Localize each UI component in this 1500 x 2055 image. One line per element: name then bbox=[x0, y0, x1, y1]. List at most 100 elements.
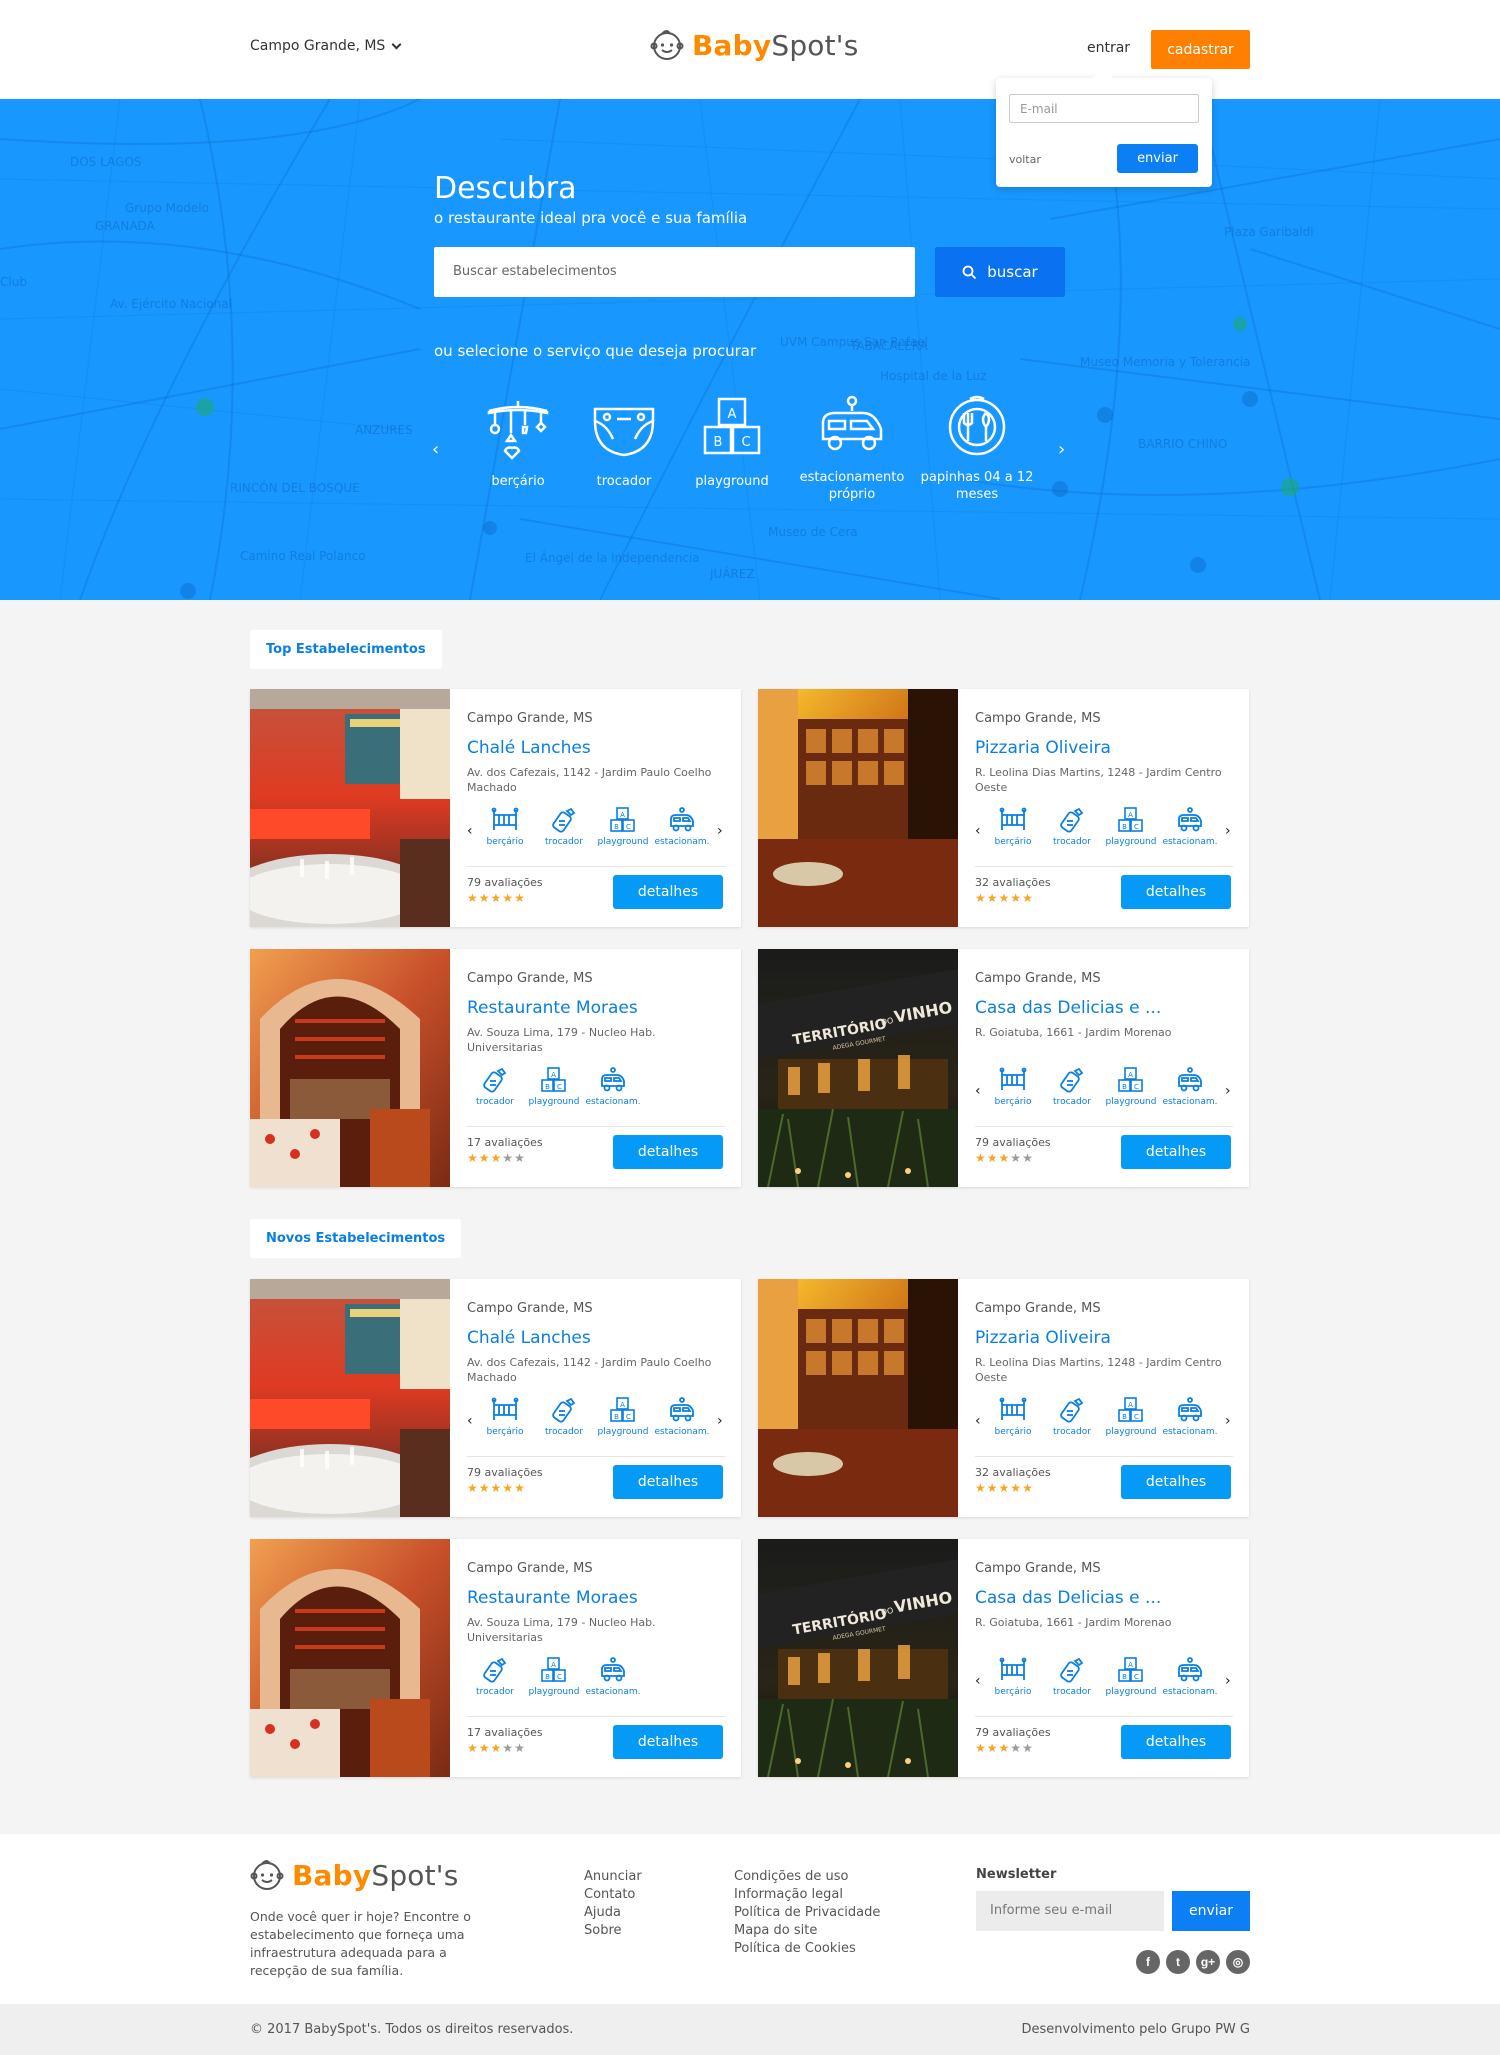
service-papinhas[interactable]: papinhas 04 a 12 meses bbox=[917, 395, 1037, 503]
chevron-right-icon[interactable]: › bbox=[1225, 1083, 1231, 1099]
amenity-changing-bottle[interactable]: trocador bbox=[1044, 807, 1100, 847]
amenity-changing-bottle[interactable]: trocador bbox=[536, 807, 592, 847]
chevron-right-icon[interactable]: › bbox=[1225, 1413, 1231, 1429]
establishment-photo[interactable] bbox=[758, 689, 958, 927]
star-icon: ★ bbox=[1010, 891, 1023, 905]
amenity-parking-car[interactable]: estacionam. bbox=[585, 1067, 641, 1107]
footer-link[interactable]: Política de Cookies bbox=[734, 1940, 880, 1958]
amenity-toy-blocks[interactable]: A B Cplayground bbox=[526, 1067, 582, 1107]
amenity-changing-bottle[interactable]: trocador bbox=[467, 1067, 523, 1107]
amenity-crib[interactable]: berçário bbox=[477, 807, 533, 847]
footer-link[interactable]: Informação legal bbox=[734, 1886, 880, 1904]
search-button[interactable]: buscar bbox=[935, 247, 1065, 297]
footer-link[interactable]: Condições de uso bbox=[734, 1868, 880, 1886]
footer-link[interactable]: Mapa do site bbox=[734, 1922, 880, 1940]
amenity-changing-bottle[interactable]: trocador bbox=[1044, 1397, 1100, 1437]
card-title[interactable]: Restaurante Moraes bbox=[467, 998, 638, 1018]
details-button[interactable]: detalhes bbox=[613, 1465, 723, 1499]
details-button[interactable]: detalhes bbox=[1121, 1725, 1231, 1759]
instagram-icon[interactable]: ◎ bbox=[1226, 1950, 1250, 1974]
chevron-right-icon[interactable]: › bbox=[717, 1413, 723, 1429]
service-estacionamento[interactable]: estacionamento próprio bbox=[792, 395, 912, 503]
footer-link[interactable]: Anunciar bbox=[584, 1868, 642, 1886]
amenity-crib[interactable]: berçário bbox=[985, 1397, 1041, 1437]
brand-logo[interactable]: BabySpot's bbox=[650, 28, 859, 62]
details-button[interactable]: detalhes bbox=[1121, 1465, 1231, 1499]
amenity-parking-car[interactable]: estacionam. bbox=[1162, 1397, 1218, 1437]
back-link[interactable]: voltar bbox=[1009, 153, 1041, 166]
amenity-toy-blocks[interactable]: A B Cplayground bbox=[595, 1397, 651, 1437]
chevron-left-icon[interactable]: ‹ bbox=[975, 1413, 981, 1429]
google-plus-icon[interactable]: g+ bbox=[1196, 1950, 1220, 1974]
footer-link[interactable]: Ajuda bbox=[584, 1904, 642, 1922]
amenity-changing-bottle[interactable]: trocador bbox=[1044, 1067, 1100, 1107]
send-button[interactable]: enviar bbox=[1117, 144, 1198, 173]
amenity-changing-bottle[interactable]: trocador bbox=[467, 1657, 523, 1697]
card-title[interactable]: Pizzaria Oliveira bbox=[975, 1328, 1111, 1348]
city-selector[interactable]: Campo Grande, MS bbox=[250, 38, 402, 54]
amenity-toy-blocks[interactable]: A B Cplayground bbox=[1103, 1657, 1159, 1697]
amenity-toy-blocks[interactable]: A B Cplayground bbox=[1103, 1397, 1159, 1437]
developer-credit[interactable]: Desenvolvimento pelo Grupo PW G bbox=[1021, 2022, 1250, 2037]
login-link[interactable]: entrar bbox=[1087, 40, 1130, 56]
chevron-left-icon[interactable]: ‹ bbox=[432, 439, 439, 460]
chevron-left-icon[interactable]: ‹ bbox=[975, 1083, 981, 1099]
establishment-photo[interactable] bbox=[250, 1539, 450, 1777]
amenity-toy-blocks[interactable]: A B Cplayground bbox=[595, 807, 651, 847]
amenity-crib[interactable]: berçário bbox=[985, 1067, 1041, 1107]
amenity-toy-blocks[interactable]: A B Cplayground bbox=[1103, 1067, 1159, 1107]
card-title[interactable]: Casa das Delicias e ... bbox=[975, 1588, 1161, 1608]
twitter-icon[interactable]: t bbox=[1166, 1950, 1190, 1974]
amenity-crib[interactable]: berçário bbox=[477, 1397, 533, 1437]
chevron-right-icon[interactable]: › bbox=[1058, 439, 1065, 460]
chevron-left-icon[interactable]: ‹ bbox=[467, 823, 473, 839]
service-trocador[interactable]: trocador bbox=[564, 399, 684, 490]
establishment-photo[interactable]: TERRITÓRIO DO VINHO ADEGA GOURMET bbox=[758, 949, 958, 1187]
service-playground[interactable]: A B C playground bbox=[672, 395, 792, 490]
amenity-crib[interactable]: berçário bbox=[985, 1657, 1041, 1697]
amenity-crib[interactable]: berçário bbox=[985, 807, 1041, 847]
footer-link[interactable]: Contato bbox=[584, 1886, 642, 1904]
amenity-parking-car[interactable]: estacionam. bbox=[654, 1397, 710, 1437]
amenity-parking-car[interactable]: estacionam. bbox=[1162, 1067, 1218, 1107]
newsletter-send-button[interactable]: enviar bbox=[1172, 1891, 1250, 1931]
amenity-changing-bottle[interactable]: trocador bbox=[536, 1397, 592, 1437]
footer-link[interactable]: Sobre bbox=[584, 1922, 642, 1940]
establishment-photo[interactable] bbox=[758, 1279, 958, 1517]
establishment-photo[interactable] bbox=[250, 689, 450, 927]
amenity-parking-car[interactable]: estacionam. bbox=[585, 1657, 641, 1697]
chevron-right-icon[interactable]: › bbox=[1225, 823, 1231, 839]
amenity-toy-blocks[interactable]: A B Cplayground bbox=[1103, 807, 1159, 847]
details-button[interactable]: detalhes bbox=[613, 1135, 723, 1169]
establishment-photo[interactable] bbox=[250, 1279, 450, 1517]
card-title[interactable]: Casa das Delicias e ... bbox=[975, 998, 1161, 1018]
email-field[interactable]: E-mail bbox=[1009, 94, 1199, 123]
chevron-left-icon[interactable]: ‹ bbox=[467, 1413, 473, 1429]
search-input[interactable]: Buscar estabelecimentos bbox=[434, 247, 915, 297]
establishment-photo[interactable]: TERRITÓRIO DO VINHO ADEGA GOURMET bbox=[758, 1539, 958, 1777]
card-title[interactable]: Chalé Lanches bbox=[467, 1328, 591, 1348]
card-title[interactable]: Pizzaria Oliveira bbox=[975, 738, 1111, 758]
newsletter-email-input[interactable]: Informe seu e-mail bbox=[976, 1891, 1164, 1931]
details-button[interactable]: detalhes bbox=[613, 875, 723, 909]
card-title[interactable]: Restaurante Moraes bbox=[467, 1588, 638, 1608]
footer-logo[interactable]: BabySpot's bbox=[250, 1858, 459, 1892]
details-button[interactable]: detalhes bbox=[1121, 1135, 1231, 1169]
facebook-icon[interactable]: f bbox=[1136, 1950, 1160, 1974]
details-button[interactable]: detalhes bbox=[1121, 875, 1231, 909]
signup-button[interactable]: cadastrar bbox=[1151, 30, 1250, 69]
card-title[interactable]: Chalé Lanches bbox=[467, 738, 591, 758]
chevron-left-icon[interactable]: ‹ bbox=[975, 823, 981, 839]
amenity-toy-blocks[interactable]: A B Cplayground bbox=[526, 1657, 582, 1697]
details-button[interactable]: detalhes bbox=[613, 1725, 723, 1759]
amenity-parking-car[interactable]: estacionam. bbox=[1162, 807, 1218, 847]
chevron-left-icon[interactable]: ‹ bbox=[975, 1673, 981, 1689]
footer-link[interactable]: Política de Privacidade bbox=[734, 1904, 880, 1922]
chevron-right-icon[interactable]: › bbox=[1225, 1673, 1231, 1689]
amenity-changing-bottle[interactable]: trocador bbox=[1044, 1657, 1100, 1697]
service-bercario[interactable]: berçário bbox=[458, 399, 578, 490]
amenity-parking-car[interactable]: estacionam. bbox=[654, 807, 710, 847]
establishment-photo[interactable] bbox=[250, 949, 450, 1187]
chevron-right-icon[interactable]: › bbox=[717, 823, 723, 839]
amenity-parking-car[interactable]: estacionam. bbox=[1162, 1657, 1218, 1697]
